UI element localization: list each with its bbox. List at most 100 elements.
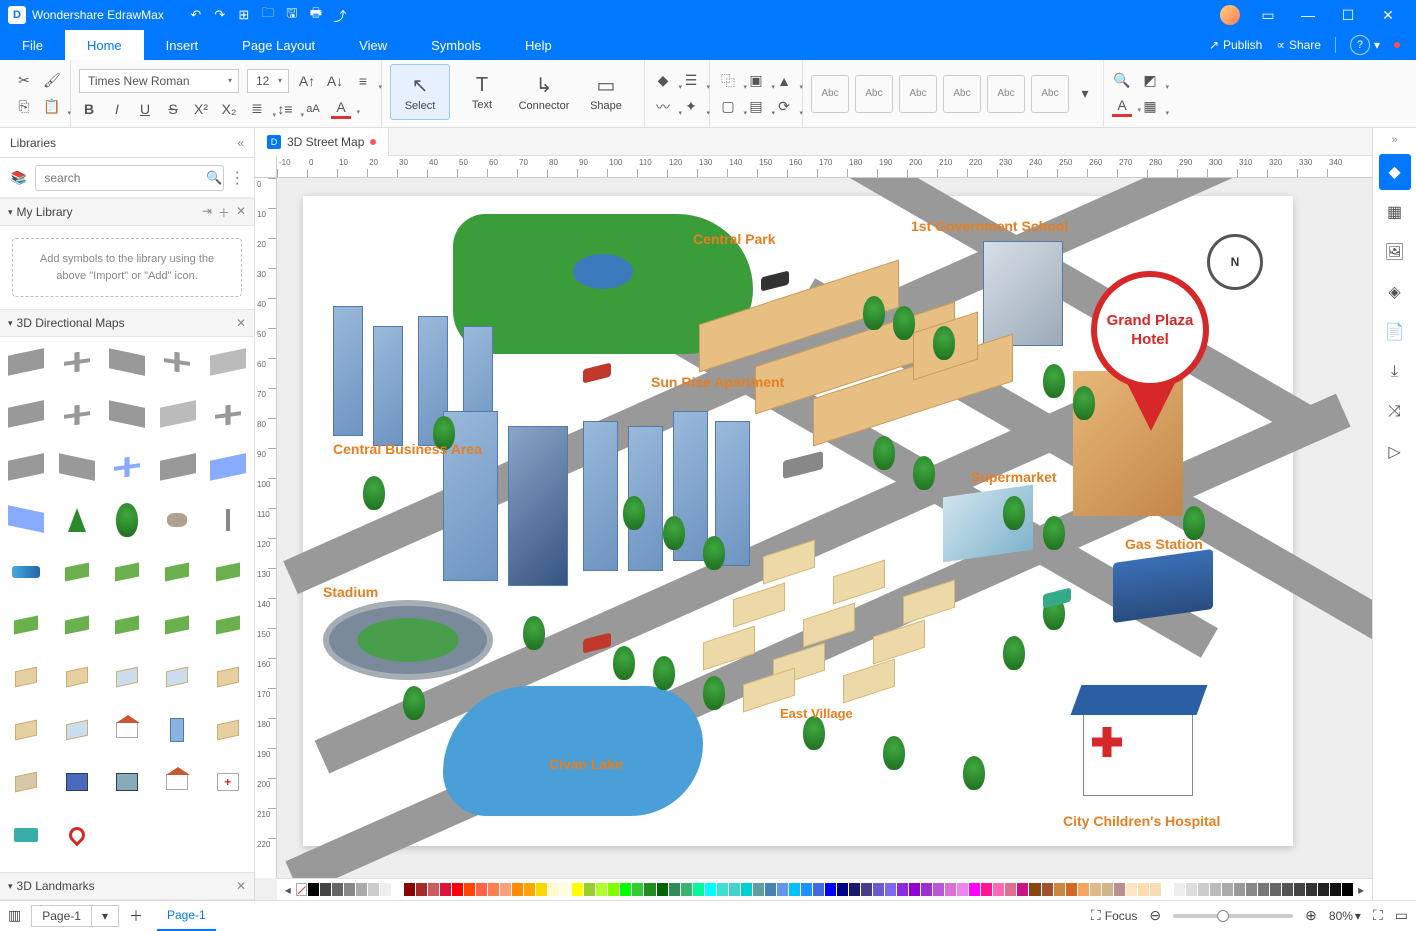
- libraries-collapse-icon[interactable]: «: [237, 136, 244, 150]
- shape-box-7[interactable]: [54, 713, 98, 747]
- building[interactable]: [508, 426, 568, 586]
- color-none[interactable]: [296, 883, 307, 896]
- shape-box-3[interactable]: [105, 660, 149, 694]
- shape-grass-1[interactable]: [54, 555, 98, 589]
- open-button[interactable]: 🗀: [256, 3, 280, 27]
- shape-box-8[interactable]: [206, 713, 250, 747]
- theme-6[interactable]: Abc: [1031, 75, 1069, 113]
- shape-road-10[interactable]: [206, 398, 250, 432]
- color-swatch[interactable]: [572, 883, 583, 896]
- new-button[interactable]: ⊞: [232, 3, 256, 27]
- color-swatch[interactable]: [921, 883, 932, 896]
- color-swatch[interactable]: [981, 883, 992, 896]
- shape-chip[interactable]: [4, 818, 48, 852]
- color-swatch[interactable]: [1114, 883, 1125, 896]
- shape-bridge[interactable]: [4, 503, 48, 537]
- color-swatch[interactable]: [1138, 883, 1149, 896]
- tree[interactable]: [863, 296, 885, 330]
- menu-page-layout[interactable]: Page Layout: [220, 30, 337, 60]
- select-tool[interactable]: ↖Select: [390, 64, 450, 120]
- label-lake[interactable]: Civan Lake: [549, 756, 623, 772]
- color-swatch[interactable]: [1210, 883, 1221, 896]
- color-swatch[interactable]: [753, 883, 764, 896]
- color-swatch[interactable]: [1186, 883, 1197, 896]
- themes-more-icon[interactable]: ▾: [1075, 84, 1095, 104]
- shape-grass-4[interactable]: [206, 555, 250, 589]
- tree[interactable]: [963, 756, 985, 790]
- color-swatch[interactable]: [1222, 883, 1233, 896]
- hospital-building[interactable]: [1083, 706, 1193, 796]
- document-tab[interactable]: D 3D Street Map: [255, 128, 389, 156]
- label-supermarket[interactable]: Supermarket: [971, 469, 1057, 485]
- tree[interactable]: [653, 656, 675, 690]
- compass[interactable]: N: [1207, 234, 1263, 290]
- fit-width-icon[interactable]: ▭: [1395, 907, 1408, 924]
- align-icon[interactable]: ≡: [353, 71, 373, 91]
- color-swatch[interactable]: [356, 883, 367, 896]
- color-swatch[interactable]: [681, 883, 692, 896]
- tree[interactable]: [1003, 496, 1025, 530]
- paste-icon[interactable]: 📋: [42, 97, 62, 117]
- label-central-park[interactable]: Central Park: [693, 231, 775, 247]
- hut[interactable]: [843, 659, 895, 704]
- fit-page-icon[interactable]: ⛶: [1373, 907, 1383, 924]
- shape-road-14[interactable]: [155, 450, 199, 484]
- car[interactable]: [583, 363, 611, 384]
- shape-box-4[interactable]: [155, 660, 199, 694]
- shape-sign[interactable]: [206, 503, 250, 537]
- color-swatch[interactable]: [584, 883, 595, 896]
- truck[interactable]: [783, 451, 823, 479]
- section-3d-landmarks[interactable]: ▾ 3D Landmarks ✕: [0, 872, 254, 900]
- color-next-icon[interactable]: ▸: [1354, 882, 1368, 898]
- color-swatch[interactable]: [416, 883, 427, 896]
- color-swatch[interactable]: [741, 883, 752, 896]
- tree[interactable]: [363, 476, 385, 510]
- color-swatch[interactable]: [1126, 883, 1137, 896]
- find-icon[interactable]: 🔍: [1112, 71, 1132, 91]
- close-section-icon[interactable]: ✕: [236, 316, 246, 330]
- tree[interactable]: [703, 536, 725, 570]
- crop-icon[interactable]: ◩: [1140, 71, 1160, 91]
- tree[interactable]: [403, 686, 425, 720]
- location-pin[interactable]: Grand Plaza Hotel: [1091, 271, 1211, 431]
- connector-tool[interactable]: ↳Connector: [514, 64, 574, 120]
- shape-grass-5[interactable]: [4, 608, 48, 642]
- color-swatch[interactable]: [1005, 883, 1016, 896]
- close-section-icon[interactable]: ✕: [236, 879, 246, 893]
- color-swatch[interactable]: [1294, 883, 1305, 896]
- zoom-slider[interactable]: [1173, 914, 1293, 918]
- ungroup-icon[interactable]: ▢: [718, 97, 738, 117]
- window-minimize-button[interactable]: —: [1288, 0, 1328, 30]
- color-swatch[interactable]: [873, 883, 884, 896]
- rail-present-icon[interactable]: ▷: [1379, 434, 1411, 470]
- building[interactable]: [583, 421, 618, 571]
- underline-icon[interactable]: U: [135, 99, 155, 119]
- tree[interactable]: [703, 676, 725, 710]
- shape-box-5[interactable]: [206, 660, 250, 694]
- color-swatch[interactable]: [596, 883, 607, 896]
- color-swatch[interactable]: [1258, 883, 1269, 896]
- color-swatch[interactable]: [777, 883, 788, 896]
- bring-front-icon[interactable]: ▣: [746, 71, 766, 91]
- rail-export-icon[interactable]: ⤓: [1379, 354, 1411, 390]
- close-section-icon[interactable]: ✕: [236, 204, 246, 221]
- color-swatch[interactable]: [632, 883, 643, 896]
- shape-factory[interactable]: [4, 765, 48, 799]
- shape-road-5[interactable]: [206, 345, 250, 379]
- theme-1[interactable]: Abc: [811, 75, 849, 113]
- shape-road-4[interactable]: [155, 345, 199, 379]
- color-swatch[interactable]: [1042, 883, 1053, 896]
- rail-layers-icon[interactable]: ◈: [1379, 274, 1411, 310]
- color-swatch[interactable]: [657, 883, 668, 896]
- color-swatch[interactable]: [344, 883, 355, 896]
- theme-3[interactable]: Abc: [899, 75, 937, 113]
- tree[interactable]: [913, 456, 935, 490]
- library-options-icon[interactable]: ⋮: [229, 168, 246, 188]
- save-button[interactable]: 🖫: [280, 3, 304, 27]
- canvas-page[interactable]: N Grand Plaza Hotel Central Park 1st Gov…: [303, 196, 1293, 846]
- shape-road-13[interactable]: [105, 450, 149, 484]
- tree[interactable]: [1043, 364, 1065, 398]
- strikethrough-icon[interactable]: S: [163, 99, 183, 119]
- shape-tree-round[interactable]: [105, 503, 149, 537]
- color-swatch[interactable]: [428, 883, 439, 896]
